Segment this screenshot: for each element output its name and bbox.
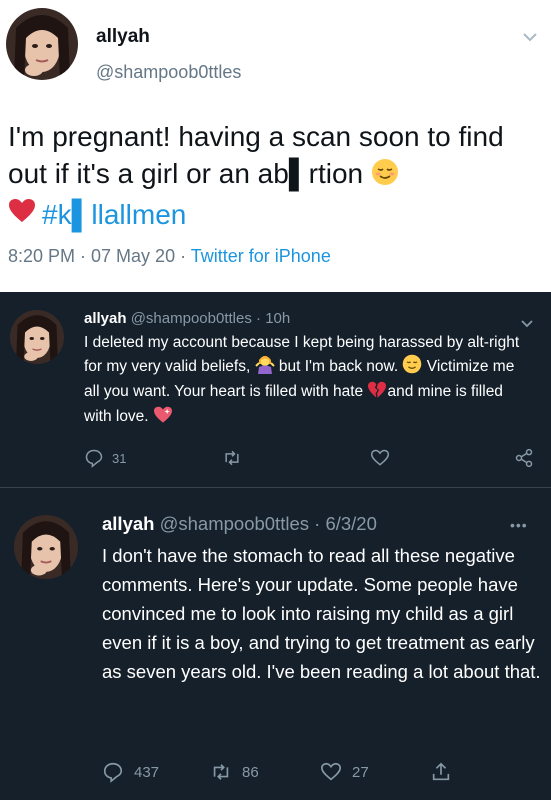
tweet-text: I'm pregnant! having a scan soon to find… [8, 118, 543, 195]
retweet-icon [222, 448, 242, 468]
timestamp[interactable]: 6/3/20 [325, 513, 376, 534]
author-handle[interactable]: @shampoob0ttles [131, 310, 252, 327]
author-name[interactable]: allyah [84, 310, 127, 327]
tweet-light: allyah @shampoob0ttles I'm pregnant! hav… [0, 0, 551, 292]
chevron-down-icon[interactable] [522, 30, 538, 42]
share-icon [430, 761, 452, 783]
author-handle[interactable]: @shampoob0ttles [96, 62, 241, 83]
tweet-dark-reply: allyah @shampoob0ttles · 10h I deleted m… [0, 292, 551, 488]
separator: · [314, 513, 321, 534]
sparkling-heart-emoji [153, 406, 173, 431]
like-icon [370, 448, 390, 468]
share-button[interactable] [514, 448, 534, 468]
hashtag-link[interactable]: #k▌llallmen [42, 196, 186, 233]
woman-shrugging-emoji [254, 354, 275, 381]
reply-count: 31 [112, 450, 127, 466]
author-handle[interactable]: @shampoob0ttles [160, 513, 309, 534]
author-name[interactable]: allyah [96, 26, 150, 48]
source-link[interactable]: Twitter for iPhone [191, 246, 331, 266]
like-count: 27 [352, 763, 369, 781]
reply-icon [102, 761, 124, 783]
reply-button[interactable]: 31 [84, 448, 126, 468]
action-bar: 437 86 27 [102, 761, 542, 785]
action-bar: 31 [84, 448, 540, 472]
retweet-button[interactable]: 86 [210, 761, 259, 783]
tweet-text-part: but I'm back now. [274, 358, 399, 375]
tweet-meta: 8:20 PM · 07 May 20 · Twitter for iPhone [8, 246, 331, 267]
tweet-header: allyah @shampoob0ttles · 10h [84, 310, 290, 327]
separator: · [256, 310, 262, 327]
tweet-text-content: I'm pregnant! having a scan soon to find… [8, 121, 504, 189]
relieved-face-emoji [402, 354, 422, 381]
chevron-down-icon[interactable] [520, 316, 534, 328]
hashtag-line: #k▌llallmen [8, 196, 186, 233]
author-name[interactable]: allyah [102, 513, 154, 534]
avatar[interactable] [10, 310, 64, 364]
avatar[interactable] [14, 515, 78, 579]
like-button[interactable]: 27 [320, 761, 369, 783]
avatar[interactable] [6, 8, 78, 80]
red-heart-emoji [8, 196, 36, 233]
broken-heart-emoji [367, 381, 387, 406]
like-button[interactable] [370, 448, 390, 468]
like-icon [320, 761, 342, 783]
reply-icon [84, 448, 104, 468]
retweet-icon [210, 761, 232, 783]
tweet-dark-update: allyah @shampoob0ttles · 6/3/20 ••• I do… [0, 489, 551, 800]
share-icon [514, 448, 534, 468]
retweet-count: 86 [242, 763, 259, 781]
retweet-button[interactable] [222, 448, 242, 468]
more-icon[interactable]: ••• [510, 517, 528, 533]
reply-button[interactable]: 437 [102, 761, 159, 783]
relieved-face-emoji [371, 158, 399, 195]
timestamp[interactable]: 10h [265, 310, 290, 327]
tweet-header: allyah @shampoob0ttles · 6/3/20 [102, 513, 377, 535]
tweet-text: I deleted my account because I kept bein… [84, 332, 534, 431]
tweet-text: I don't have the stomach to read all the… [102, 545, 541, 682]
reply-count: 437 [134, 763, 160, 781]
timestamp[interactable]: 8:20 PM · 07 May 20 · [8, 246, 191, 266]
share-button[interactable] [430, 761, 452, 783]
